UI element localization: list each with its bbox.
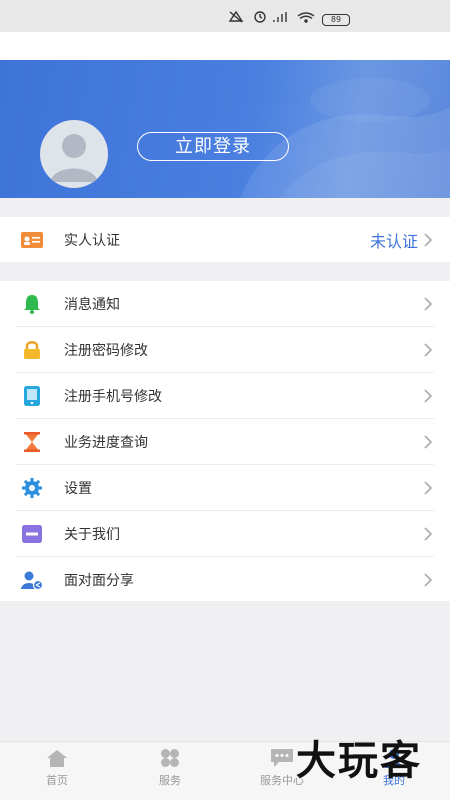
menu-item-about[interactable]: 关于我们: [0, 511, 450, 557]
status-bar: 89: [0, 0, 450, 32]
menu-item-label: 面对面分享: [64, 573, 134, 589]
minus-square-icon: [21, 524, 43, 544]
verify-row[interactable]: 实人认证 未认证: [0, 217, 450, 263]
chevron-right-icon: [424, 573, 432, 587]
menu-item-label: 设置: [64, 481, 92, 497]
verify-label: 实人认证: [64, 233, 120, 249]
id-card-icon: [21, 230, 43, 250]
top-spacer: [0, 32, 450, 60]
lock-icon: [21, 340, 43, 360]
grid-icon: [161, 749, 179, 767]
default-user-icon: [50, 134, 98, 182]
menu-item-label: 业务进度查询: [64, 435, 148, 451]
chevron-right-icon: [424, 527, 432, 541]
share-user-icon: [21, 570, 43, 590]
chevron-right-icon: [424, 389, 432, 403]
chevron-right-icon: [424, 435, 432, 449]
hourglass-icon: [21, 432, 43, 452]
menu-item-password[interactable]: 注册密码修改: [0, 327, 450, 373]
tab-label: 首页: [46, 774, 68, 787]
menu-item-share[interactable]: 面对面分享: [0, 557, 450, 603]
menu-card: 消息通知 注册密码修改 注册手机号修改 业务进度查询 设置 关于我们 面对面分享: [0, 281, 450, 601]
phone-icon: [21, 386, 43, 406]
chevron-right-icon: [424, 297, 432, 311]
menu-item-progress[interactable]: 业务进度查询: [0, 419, 450, 465]
status-icons: [228, 10, 315, 23]
login-button[interactable]: 立即登录: [137, 132, 289, 161]
menu-item-label: 注册手机号修改: [64, 389, 162, 405]
battery-indicator: 89: [322, 14, 350, 26]
bell-icon: [21, 294, 43, 314]
gear-icon: [21, 478, 43, 498]
menu-item-phone[interactable]: 注册手机号修改: [0, 373, 450, 419]
avatar[interactable]: [40, 120, 108, 188]
tab-services[interactable]: 服务: [130, 748, 210, 796]
chevron-right-icon: [424, 481, 432, 495]
watermark-text: 大玩客: [296, 738, 422, 784]
home-icon: [47, 750, 67, 767]
menu-item-label: 关于我们: [64, 527, 120, 543]
banner-decoration: [240, 78, 450, 198]
menu-item-label: 消息通知: [64, 297, 120, 313]
menu-item-settings[interactable]: 设置: [0, 465, 450, 511]
tab-label: 服务: [159, 774, 181, 787]
menu-item-notifications[interactable]: 消息通知: [0, 281, 450, 327]
verify-card: 实人认证 未认证: [0, 217, 450, 262]
chevron-right-icon: [424, 343, 432, 357]
chevron-right-icon: [424, 233, 432, 247]
verify-status: 未认证: [369, 232, 418, 251]
tab-home[interactable]: 首页: [17, 748, 97, 796]
menu-item-label: 注册密码修改: [64, 343, 148, 359]
profile-banner: 立即登录: [0, 60, 450, 198]
chat-icon: [271, 749, 293, 767]
